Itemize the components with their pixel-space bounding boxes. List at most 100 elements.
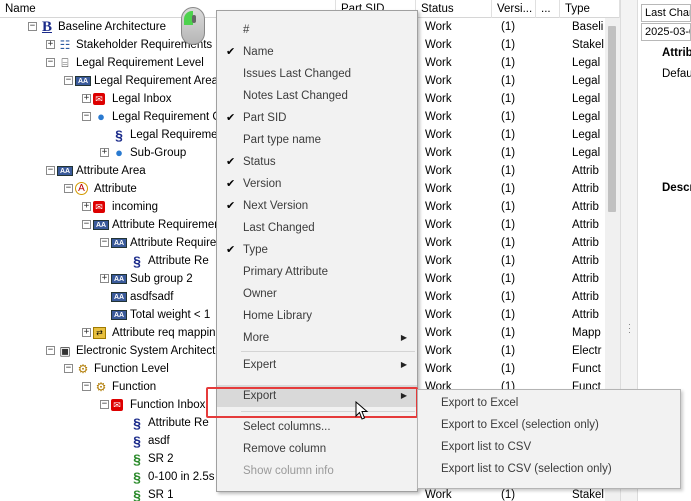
menu-item-owner[interactable]: Owner	[217, 283, 417, 305]
menu-item-issues-last-changed[interactable]: Issues Last Changed	[217, 63, 417, 85]
scrollbar-thumb[interactable]	[608, 26, 616, 212]
menu-item-notes-last-changed[interactable]: Notes Last Changed	[217, 85, 417, 107]
submenu-item-export-to-excel[interactable]: Export to Excel	[418, 392, 680, 414]
menu-item-home-library[interactable]: Home Library	[217, 305, 417, 327]
type-cell: Attrib	[572, 273, 599, 285]
tree-expander[interactable]: −	[46, 346, 55, 355]
menu-item-last-changed[interactable]: Last Changed	[217, 217, 417, 239]
tree-expander[interactable]: −	[46, 58, 55, 67]
version-cell: (1)	[501, 75, 516, 87]
type-cell: Legal	[572, 129, 601, 141]
submenu-item-export-list-to-csv-selection-only[interactable]: Export list to CSV (selection only)	[418, 458, 680, 480]
inbox-icon: ✉	[93, 93, 105, 105]
section-icon: §	[115, 127, 123, 143]
menu-item-part-sid[interactable]: ✔ Part SID	[217, 107, 417, 129]
version-cell: (1)	[501, 219, 516, 231]
type-cell: Attrib	[572, 291, 599, 303]
tree-expander[interactable]: −	[82, 220, 91, 229]
menu-item-status[interactable]: ✔ Status	[217, 151, 417, 173]
menu-item-primary-attribute[interactable]: Primary Attribute	[217, 261, 417, 283]
menu-item-name[interactable]: ✔ Name	[217, 41, 417, 63]
type-cell: Attrib	[572, 237, 599, 249]
tree-expander[interactable]: −	[64, 184, 73, 193]
menu-item-more[interactable]: More ▶	[217, 327, 417, 349]
column-status[interactable]: Status	[416, 0, 492, 18]
tree-expander[interactable]: −	[46, 166, 55, 175]
tree-expander[interactable]: −	[82, 112, 91, 121]
submenu-item-export-list-to-csv[interactable]: Export list to CSV	[418, 436, 680, 458]
menu-item-next-version[interactable]: ✔ Next Version	[217, 195, 417, 217]
menu-item-show-column-info: Show column info	[217, 460, 417, 482]
check-icon: ✔	[226, 244, 236, 256]
folder-icon: AA	[111, 292, 127, 302]
menu-item-hash[interactable]: #	[217, 19, 417, 41]
attribute-label: Attrib	[662, 47, 691, 59]
globe-icon: ●	[115, 145, 123, 160]
tree-expander[interactable]: −	[100, 400, 109, 409]
type-cell: Attrib	[572, 219, 599, 231]
tree-expander[interactable]: −	[64, 76, 73, 85]
menu-item-label: Expert	[243, 359, 277, 371]
type-cell: Attrib	[572, 165, 599, 177]
book-icon: ⌸	[61, 56, 69, 70]
menu-item-part-type-name[interactable]: Part type name	[217, 129, 417, 151]
submenu-item-label: Export to Excel	[441, 397, 519, 409]
column-next-version[interactable]: ...	[536, 0, 560, 18]
menu-separator	[241, 351, 415, 352]
version-cell: (1)	[501, 309, 516, 321]
tree-expander[interactable]: −	[82, 382, 91, 391]
menu-item-type[interactable]: ✔ Type	[217, 239, 417, 261]
menu-item-expert[interactable]: Expert ▶	[217, 354, 417, 376]
tree-expander[interactable]: −	[64, 364, 73, 373]
submenu-item-export-to-excel-selection-only[interactable]: Export to Excel (selection only)	[418, 414, 680, 436]
menu-item-label: Select columns...	[243, 421, 331, 433]
menu-item-label: Status	[243, 156, 276, 168]
column-version[interactable]: Versi...	[492, 0, 536, 18]
status-cell: Work	[425, 165, 452, 177]
menu-item-select-columns[interactable]: Select columns...	[217, 416, 417, 438]
status-cell: Work	[425, 129, 452, 141]
tree-expander[interactable]: −	[28, 22, 37, 31]
folder-icon: AA	[57, 166, 73, 176]
last-changed-field[interactable]: Last Chan	[641, 4, 691, 22]
version-cell: (1)	[501, 291, 516, 303]
menu-item-remove-column[interactable]: Remove column	[217, 438, 417, 460]
menu-item-version[interactable]: ✔ Version	[217, 173, 417, 195]
menu-item-label: Last Changed	[243, 222, 315, 234]
tree-expander[interactable]: +	[82, 328, 91, 337]
status-cell: Work	[425, 111, 452, 123]
tree-expander[interactable]: +	[82, 94, 91, 103]
menu-item-label: Show column info	[243, 465, 334, 477]
version-cell: (1)	[501, 255, 516, 267]
version-cell: (1)	[501, 93, 516, 105]
status-cell: Work	[425, 363, 452, 375]
date-field[interactable]: 2025-03-0	[641, 23, 691, 41]
type-cell: Legal	[572, 75, 601, 87]
tree-expander[interactable]: +	[46, 40, 55, 49]
column-type[interactable]: Type	[560, 0, 620, 18]
check-icon: ✔	[226, 46, 236, 58]
tree-expander[interactable]: −	[100, 238, 109, 247]
b-icon: B	[41, 19, 52, 35]
status-cell: Work	[425, 255, 452, 267]
version-cell: (1)	[501, 327, 516, 339]
section-green-icon: §	[133, 451, 141, 467]
check-icon: ✔	[226, 112, 236, 124]
function-level-icon: ⚙	[77, 362, 89, 376]
submenu-arrow-icon: ▶	[400, 333, 407, 342]
menu-item-label: Primary Attribute	[243, 266, 328, 278]
status-cell: Work	[425, 183, 452, 195]
status-cell: Work	[425, 237, 452, 249]
export-submenu: Export to Excel Export to Excel (selectio…	[417, 389, 681, 489]
tree-expander[interactable]: +	[82, 202, 91, 211]
menu-item-label: Issues Last Changed	[243, 68, 352, 80]
menu-item-label: Name	[243, 46, 274, 58]
export-highlight-box	[206, 387, 418, 418]
section-icon: §	[133, 415, 141, 431]
version-cell: (1)	[501, 147, 516, 159]
tree-expander[interactable]: +	[100, 148, 109, 157]
menu-item-label: #	[243, 24, 250, 36]
tree-expander[interactable]: +	[100, 274, 109, 283]
column-context-menu: # ✔ Name Issues Last Changed Notes Last Chan…	[216, 10, 418, 492]
status-cell: Work	[425, 291, 452, 303]
